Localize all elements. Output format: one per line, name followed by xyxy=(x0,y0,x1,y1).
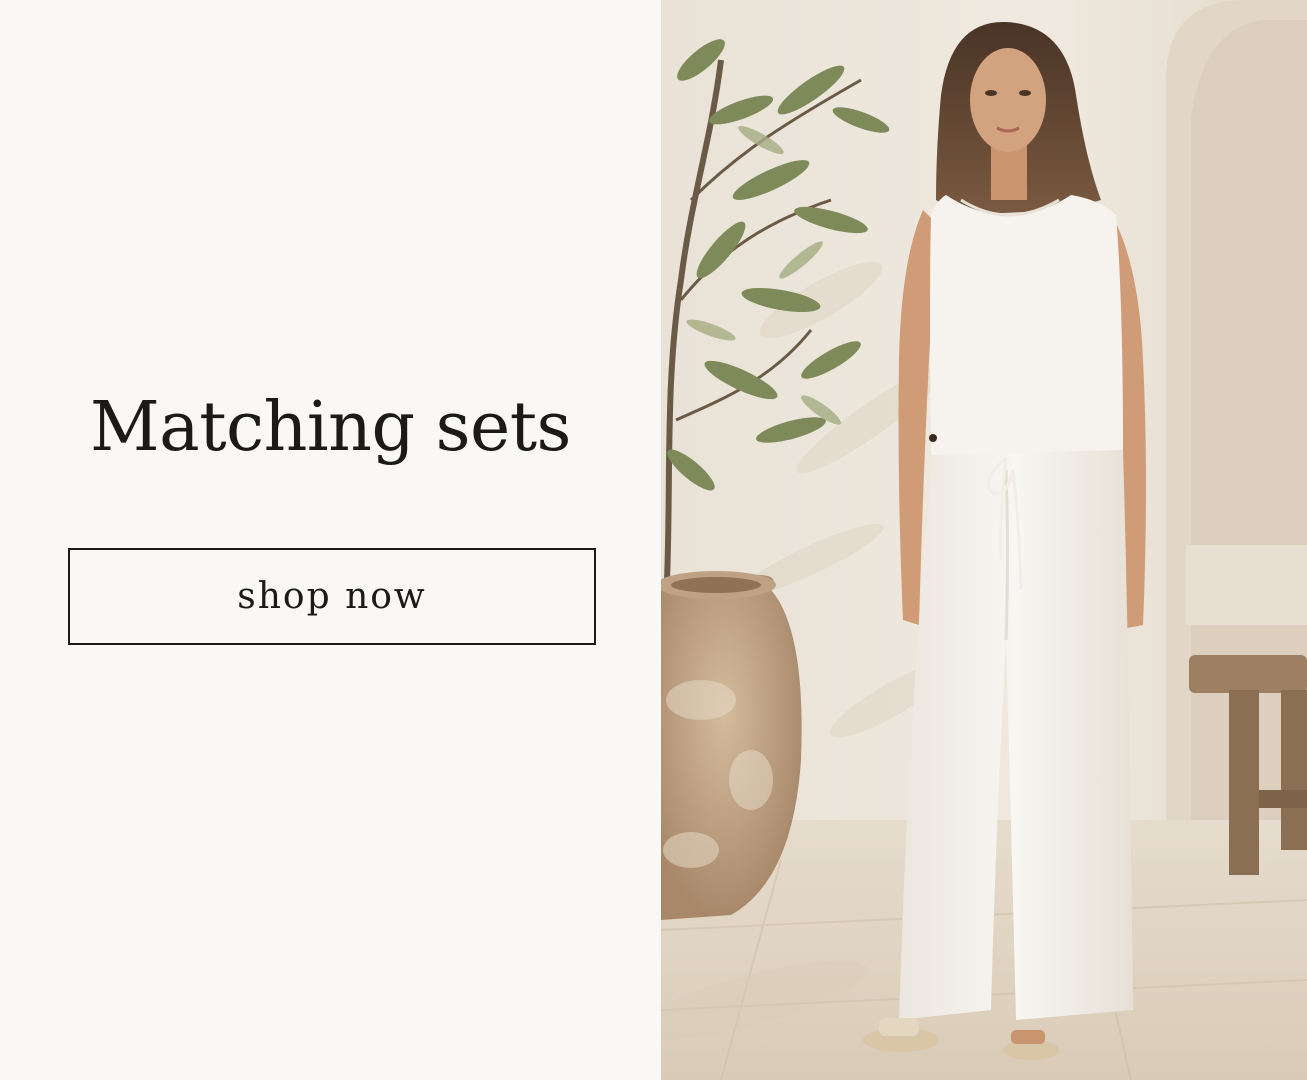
hero-photo-illustration xyxy=(661,0,1307,1080)
headline: Matching sets xyxy=(90,388,571,467)
wall-ledge xyxy=(1186,545,1307,625)
text-panel: Matching sets shop now xyxy=(0,0,661,1080)
shop-now-button[interactable]: shop now xyxy=(68,548,596,645)
promo-banner[interactable]: Matching sets shop now xyxy=(0,0,1307,1080)
hero-photo[interactable] xyxy=(661,0,1307,1080)
